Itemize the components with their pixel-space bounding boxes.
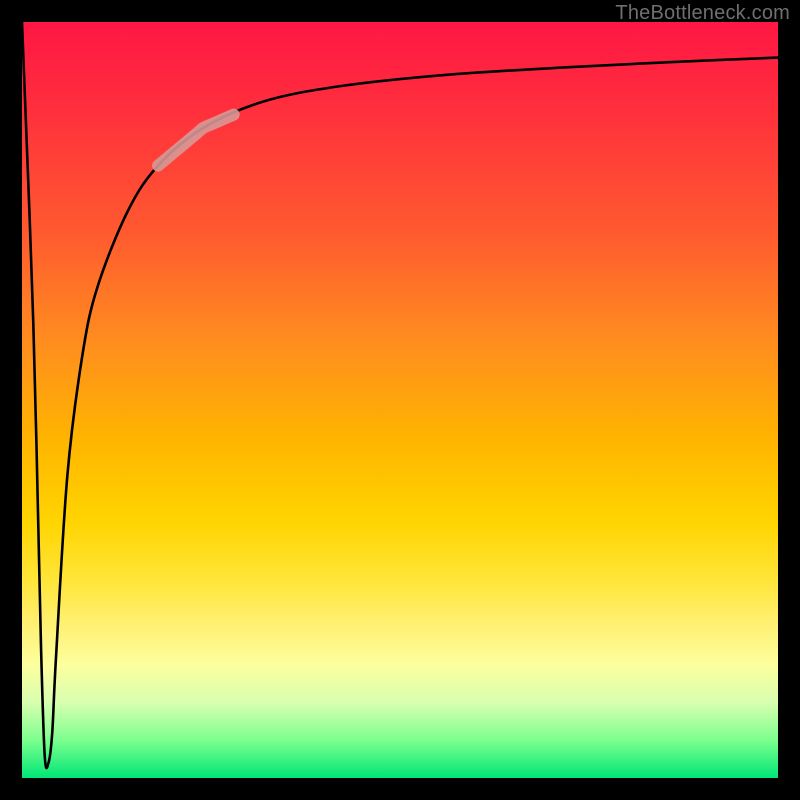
curve-layer xyxy=(22,22,778,778)
bottleneck-curve xyxy=(22,22,778,768)
chart-frame: TheBottleneck.com xyxy=(0,0,800,800)
curve-highlight-segment xyxy=(158,115,234,166)
attribution-label: TheBottleneck.com xyxy=(615,2,790,25)
